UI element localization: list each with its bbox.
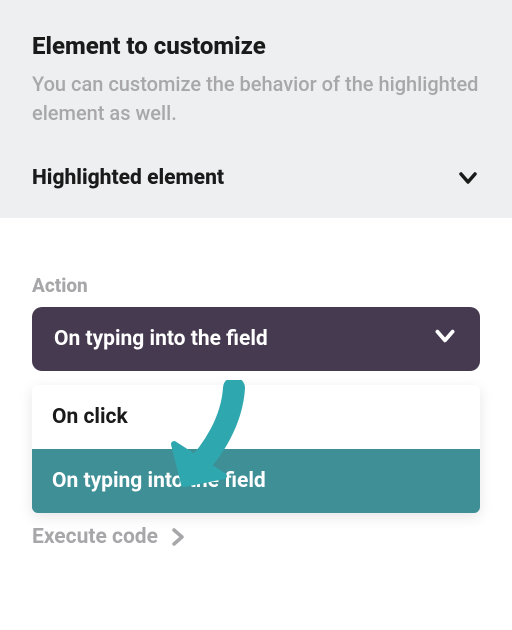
option-label: On typing into the field xyxy=(52,469,266,493)
execute-code-label: Execute code xyxy=(32,525,158,549)
action-field-label: Action xyxy=(32,274,480,297)
action-option-on-click[interactable]: On click xyxy=(32,385,480,449)
panel-subtitle: You can customize the behavior of the hi… xyxy=(32,70,480,128)
highlighted-element-accordion[interactable]: Highlighted element xyxy=(32,156,480,196)
customize-panel: Element to customize You can customize t… xyxy=(0,0,512,218)
action-section: Execute code Action On typing into the f… xyxy=(0,218,512,513)
chevron-down-icon xyxy=(456,166,480,190)
chevron-down-icon xyxy=(432,323,458,355)
action-select[interactable]: On typing into the field xyxy=(32,307,480,371)
option-label: On click xyxy=(52,405,128,429)
action-select-value: On typing into the field xyxy=(54,327,268,351)
accordion-label: Highlighted element xyxy=(32,166,224,190)
execute-code-row[interactable]: Execute code xyxy=(32,525,186,549)
panel-title: Element to customize xyxy=(32,32,480,60)
action-option-on-typing[interactable]: On typing into the field xyxy=(32,449,480,513)
action-dropdown: On click On typing into the field xyxy=(32,385,480,513)
chevron-right-icon xyxy=(170,527,186,547)
